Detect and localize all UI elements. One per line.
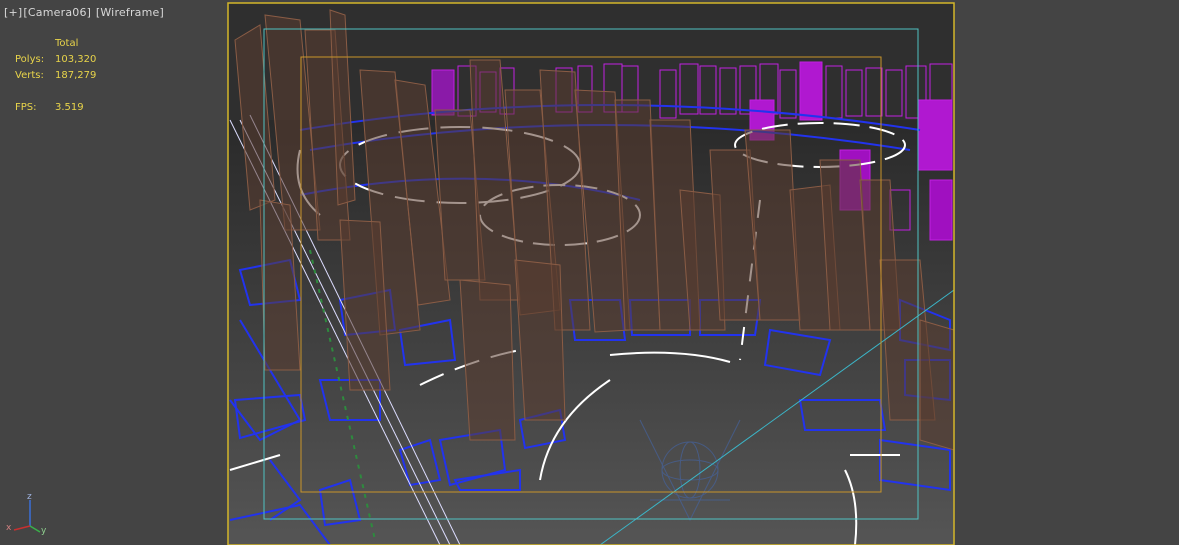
viewport-plus-menu[interactable]: [+] [4,6,22,19]
viewport-render[interactable] [0,0,1179,545]
axis-x-label: x [6,523,12,533]
stats-polys-label: Polys: [15,54,45,65]
stats-fps-value: 3.519 [55,102,84,113]
stats-polys-value: 103,320 [55,54,97,65]
axis-z-label: z [27,492,32,502]
axis-tripod-icon: z y x [6,492,47,536]
stats-verts-value: 187,279 [55,70,97,81]
viewport-label-menu[interactable]: [+][Camera06] [Wireframe] [4,6,165,19]
viewport-camera-menu[interactable]: [Camera06] [23,6,91,19]
viewport-shading-menu[interactable]: [Wireframe] [96,6,164,19]
viewport-statistics: Total Polys: 103,320 Verts: 187,279 FPS:… [15,36,96,116]
axis-y-label: y [41,526,47,536]
stats-fps-label: FPS: [15,102,37,113]
stats-total-header: Total [55,38,79,49]
stats-verts-label: Verts: [15,70,44,81]
